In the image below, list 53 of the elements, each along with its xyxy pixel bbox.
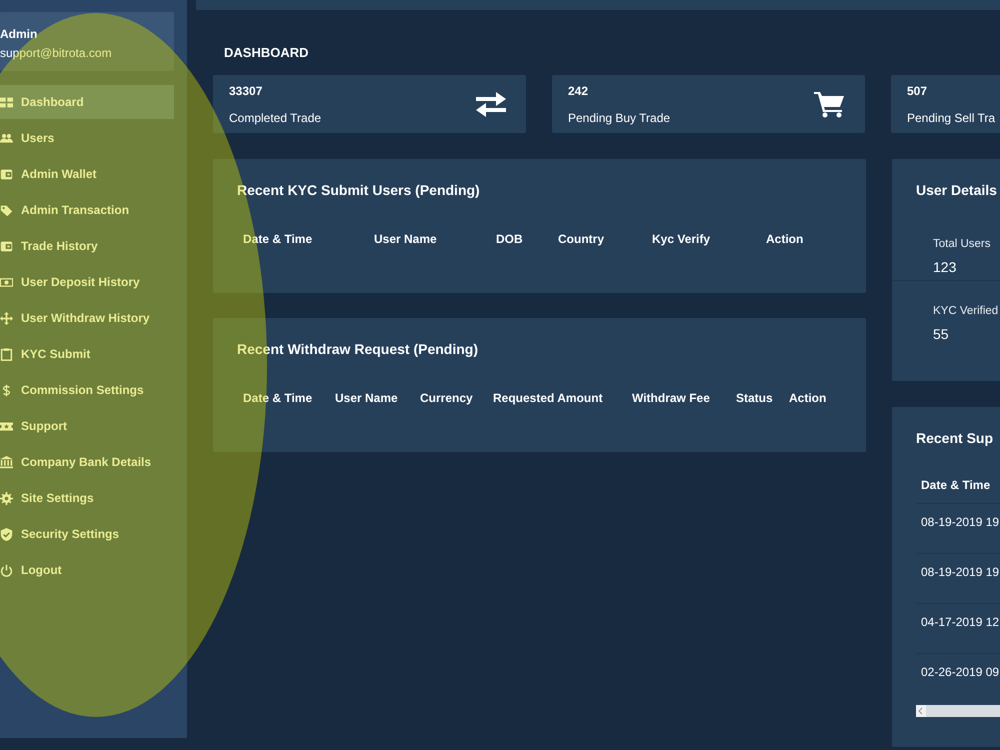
column-header: Date & Time (921, 478, 990, 492)
sidebar-item[interactable]: KYC Submit (0, 337, 174, 371)
panel-title: Recent Sup (916, 430, 994, 446)
stat-value: 507 (907, 84, 928, 98)
column-header: DOB (496, 232, 523, 246)
column-header: Withdraw Fee (632, 391, 710, 405)
table-cell: 08-19-2019 19 (921, 515, 1000, 529)
panel-title: Recent KYC Submit Users (Pending) (237, 182, 480, 198)
column-header: Currency (420, 391, 473, 405)
column-header: Action (766, 232, 804, 246)
sidebar-item[interactable]: Dashboard (0, 85, 174, 119)
sidebar-item[interactable]: Commission Settings (0, 373, 174, 407)
banknote-icon (0, 276, 13, 288)
users-icon (0, 132, 13, 144)
admin-email: support@bitrota.com (0, 46, 112, 60)
clipboard-icon (0, 348, 13, 360)
column-header: Kyc Verify (652, 232, 710, 246)
sidebar-item[interactable]: Logout (0, 553, 174, 587)
sidebar-item[interactable]: User Deposit History (0, 265, 174, 299)
stat-value: 123 (933, 259, 956, 275)
column-header: Date & Time (243, 391, 312, 405)
panel-title: Recent Withdraw Request (Pending) (237, 341, 478, 357)
table-cell: 08-19-2019 19 (921, 565, 1000, 579)
scroll-left-icon (916, 705, 926, 717)
column-header: Status (736, 391, 773, 405)
stat-label: Pending Buy Trade (568, 110, 670, 124)
admin-name: Admin (0, 27, 38, 41)
page-title: DASHBOARD (224, 45, 308, 60)
bank-icon (0, 456, 13, 468)
stat-value: 55 (933, 326, 949, 342)
stat-value: 242 (568, 84, 588, 98)
move-arrows-icon (0, 312, 13, 324)
sidebar-item[interactable]: Users (0, 121, 174, 155)
table-cell: 04-17-2019 12 (921, 615, 1000, 629)
sidebar-item[interactable]: Company Bank Details (0, 445, 174, 479)
exchange-arrows-icon (474, 90, 508, 118)
table-cell: 02-26-2019 09 (921, 665, 1000, 679)
stat-label: KYC Verified (933, 305, 998, 317)
stat-label: Pending Sell Tra (907, 110, 996, 124)
column-header: Action (789, 391, 826, 405)
stat-value: 33307 (229, 84, 262, 98)
dollar-icon (0, 384, 13, 396)
column-header: Country (558, 232, 604, 246)
stat-label: Total Users (933, 238, 991, 250)
stat-label: Completed Trade (229, 110, 322, 124)
column-header: User Name (335, 391, 398, 405)
column-header: User Name (374, 232, 437, 246)
column-header: Date & Time (243, 232, 312, 246)
power-icon (0, 564, 13, 576)
panel-title: User Details (916, 182, 997, 198)
column-header: Requested Amount (493, 391, 603, 405)
dashboard-icon (0, 96, 13, 108)
cart-icon (813, 90, 847, 118)
